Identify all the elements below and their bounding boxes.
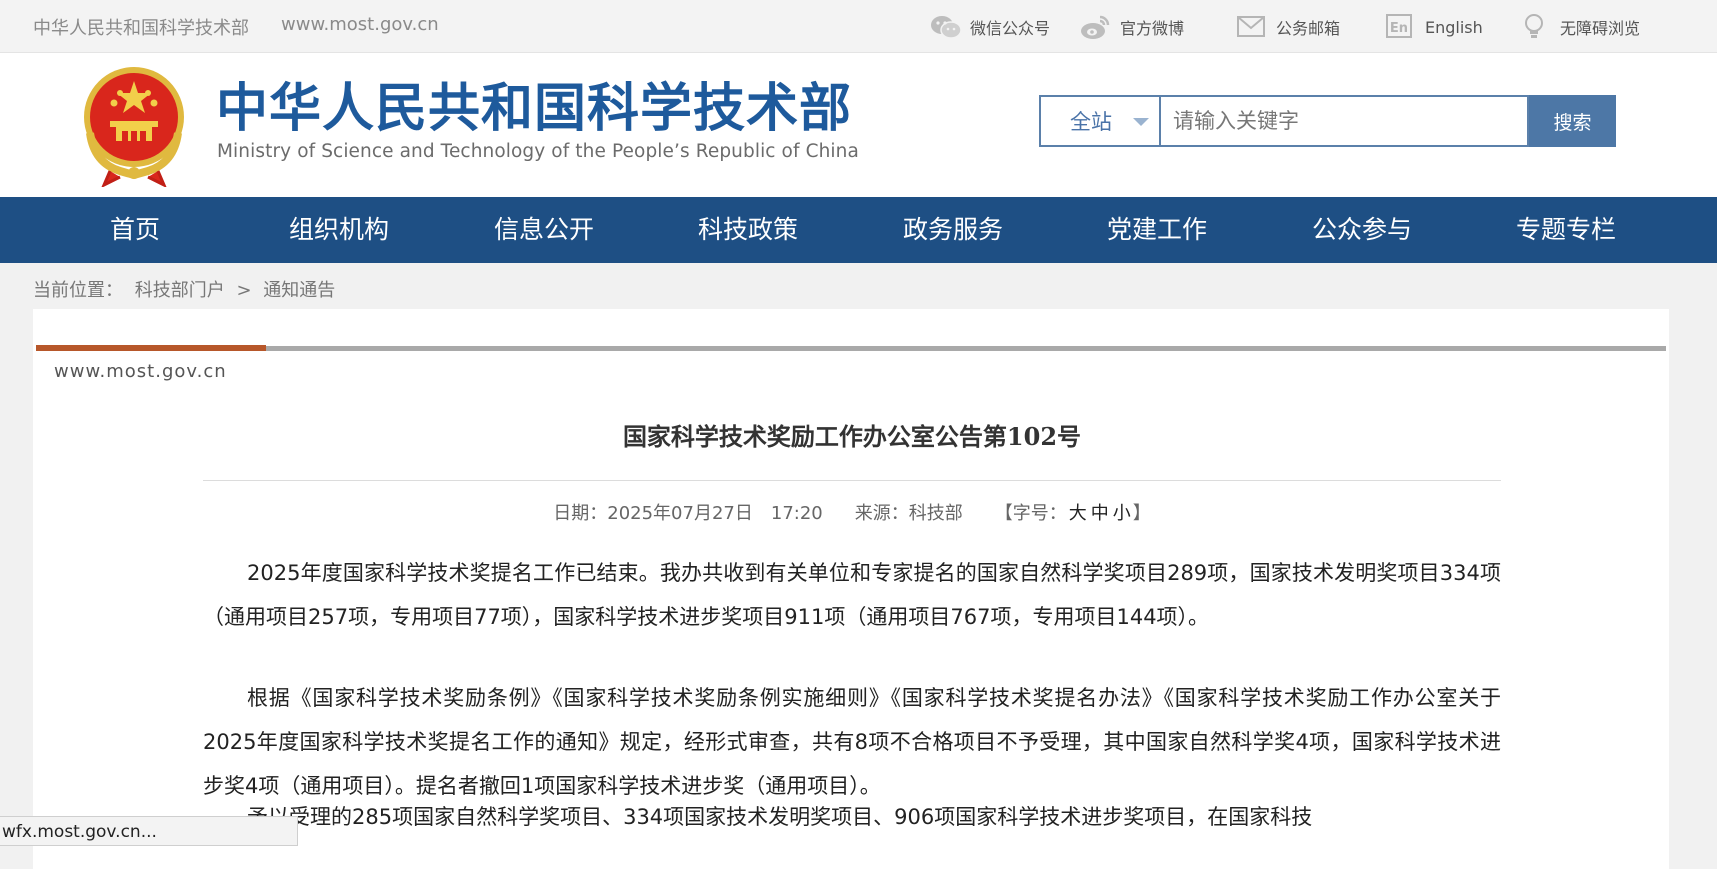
ministry-title-en: Ministry of Science and Technology of th… — [217, 141, 859, 162]
site-url: www.most.gov.cn — [281, 14, 439, 35]
wechat-label: 微信公众号 — [970, 19, 1051, 38]
nav-item-information[interactable]: 信息公开 — [464, 197, 624, 263]
english-icon: En — [1383, 12, 1419, 42]
accessibility-icon — [1518, 12, 1554, 42]
article-card: www.most.gov.cn 国家科学技术奖励工作办公室公告第102号 日期：… — [33, 309, 1669, 869]
breadcrumb-label: 当前位置： — [33, 280, 123, 301]
breadcrumb: 当前位置： 科技部门户 > 通知通告 — [33, 276, 341, 302]
weibo-icon — [1078, 12, 1114, 42]
accent-rule — [36, 345, 266, 351]
chevron-down-icon — [1133, 118, 1149, 126]
font-size-prefix: 【字号： — [994, 503, 1067, 524]
weibo-link[interactable]: 官方微博 — [1078, 12, 1184, 42]
nav-item-party[interactable]: 党建工作 — [1077, 197, 1237, 263]
nav-item-organization[interactable]: 组织机构 — [259, 197, 419, 263]
top-utility-bar: 中华人民共和国科学技术部 www.most.gov.cn 微信公众号 官方微博 … — [0, 0, 1717, 53]
font-size-small[interactable]: 小 — [1113, 503, 1131, 524]
breadcrumb-separator: > — [236, 280, 252, 301]
search-box: 全站 搜索 — [1039, 95, 1616, 147]
divider-rule — [266, 346, 1666, 351]
nav-item-policy[interactable]: 科技政策 — [668, 197, 828, 263]
wechat-link[interactable]: 微信公众号 — [928, 12, 1050, 42]
ministry-title-cn: 中华人民共和国科学技术部 — [216, 79, 853, 139]
svg-text:En: En — [1390, 21, 1408, 36]
nav-item-services[interactable]: 政务服务 — [873, 197, 1033, 263]
nav-item-home[interactable]: 首页 — [55, 197, 215, 263]
browser-status-bar: wfx.most.gov.cn... — [0, 816, 298, 846]
mail-label: 公务邮箱 — [1276, 19, 1341, 38]
national-emblem-icon[interactable] — [80, 63, 188, 189]
accessibility-link[interactable]: 无障碍浏览 — [1518, 12, 1640, 42]
nav-item-public[interactable]: 公众参与 — [1282, 197, 1442, 263]
font-size-suffix: 】 — [1132, 503, 1151, 524]
site-header: 中华人民共和国科学技术部 Ministry of Science and Tec… — [0, 53, 1717, 197]
search-button[interactable]: 搜索 — [1529, 95, 1616, 147]
breadcrumb-notices[interactable]: 通知通告 — [263, 280, 335, 301]
mail-link[interactable]: 公务邮箱 — [1234, 12, 1340, 42]
accessibility-label: 无障碍浏览 — [1560, 19, 1641, 38]
main-nav: 首页 组织机构 信息公开 科技政策 政务服务 党建工作 公众参与 专题专栏 — [0, 197, 1717, 263]
breadcrumb-portal[interactable]: 科技部门户 — [135, 280, 225, 301]
title-divider — [203, 480, 1501, 481]
search-scope-dropdown[interactable]: 全站 — [1039, 95, 1159, 147]
article-paragraph: 根据《国家科学技术奖励条例》《国家科学技术奖励条例实施细则》《国家科学技术奖提名… — [203, 686, 1501, 798]
article-site-url: www.most.gov.cn — [54, 361, 227, 382]
font-size-large[interactable]: 大 — [1069, 503, 1087, 524]
english-label: English — [1425, 17, 1483, 37]
wechat-icon — [928, 12, 964, 42]
article-meta: 日期：2025年07月27日 17:20 来源：科技部 【字号：大中小】 — [203, 499, 1501, 525]
nav-item-topics[interactable]: 专题专栏 — [1486, 197, 1646, 263]
mail-icon — [1234, 12, 1270, 42]
article-source: 来源：科技部 — [854, 503, 963, 524]
search-input[interactable] — [1159, 95, 1529, 147]
article-paragraph: 予以受理的285项国家自然科学奖项目、334项国家技术发明奖项目、906项国家科… — [247, 805, 1313, 829]
article-paragraph: 2025年度国家科学技术奖提名工作已结束。我办共收到有关单位和专家提名的国家自然… — [203, 561, 1501, 629]
search-scope-label: 全站 — [1070, 110, 1112, 134]
article-title: 国家科学技术奖励工作办公室公告第102号 — [622, 422, 1082, 451]
english-link[interactable]: En English — [1383, 12, 1483, 42]
site-name: 中华人民共和国科学技术部 — [33, 18, 249, 39]
article-date: 日期：2025年07月27日 17:20 — [553, 503, 823, 524]
font-size-medium[interactable]: 中 — [1091, 503, 1109, 524]
weibo-label: 官方微博 — [1120, 19, 1185, 38]
